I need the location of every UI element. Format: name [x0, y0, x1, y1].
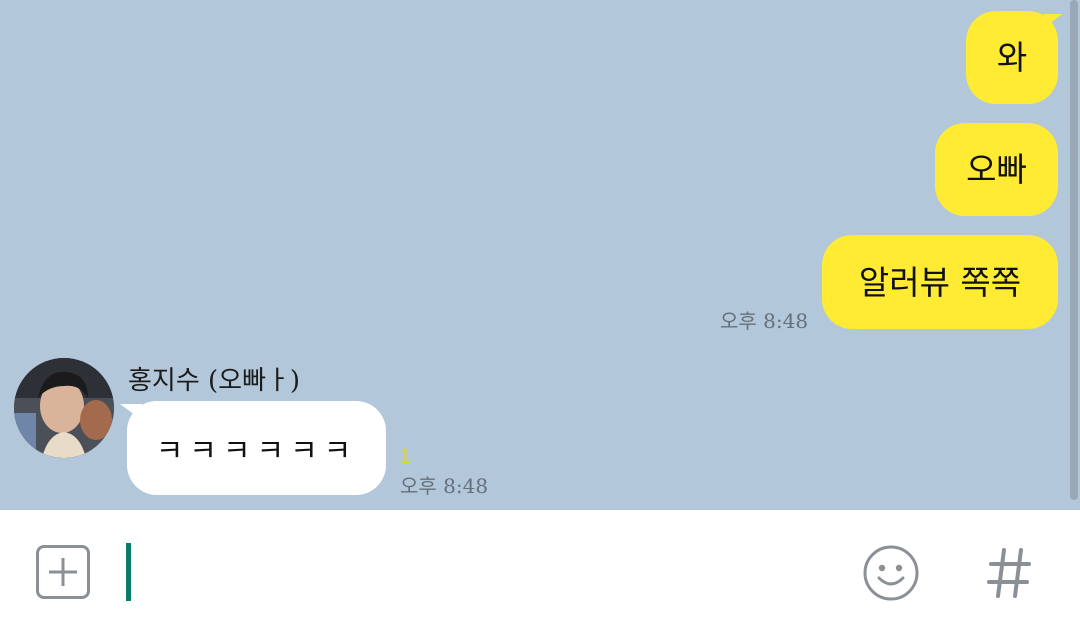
message-timestamp: 오후 8:48 [400, 474, 489, 498]
message-timestamp: 오후 8:48 [720, 309, 809, 333]
message-text: 알러뷰 쪽쪽 [858, 262, 1022, 302]
outgoing-message-bubble[interactable]: 오빠 [935, 123, 1058, 216]
hashtag-icon [987, 548, 1031, 598]
smiley-icon [863, 545, 919, 601]
avatar[interactable] [14, 358, 114, 458]
message-text: ㅋㅋㅋㅋㅋㅋ [155, 434, 358, 469]
hashtag-button[interactable] [985, 544, 1033, 602]
scrollbar[interactable] [1070, 0, 1078, 500]
chat-area[interactable]: 와 오빠 알러뷰 쪽쪽 오후 8:48 홍지수 (오빠ㅏ) ㅋㅋㅋㅋㅋㅋ 1 오… [0, 0, 1080, 510]
plus-square-icon [49, 558, 77, 586]
outgoing-message-bubble[interactable]: 알러뷰 쪽쪽 [822, 235, 1058, 329]
outgoing-message-bubble[interactable]: 와 [966, 11, 1058, 104]
attach-button[interactable] [36, 545, 90, 599]
message-text: 와 [996, 38, 1028, 77]
message-input[interactable] [140, 540, 834, 606]
text-cursor [126, 543, 131, 601]
unread-count: 1 [399, 444, 412, 468]
incoming-message-bubble[interactable]: ㅋㅋㅋㅋㅋㅋ [127, 401, 386, 495]
sender-name: 홍지수 (오빠ㅏ) [128, 366, 301, 396]
message-text: 오빠 [966, 150, 1027, 189]
avatar-photo-icon [14, 358, 114, 458]
emoji-button[interactable] [862, 544, 920, 602]
